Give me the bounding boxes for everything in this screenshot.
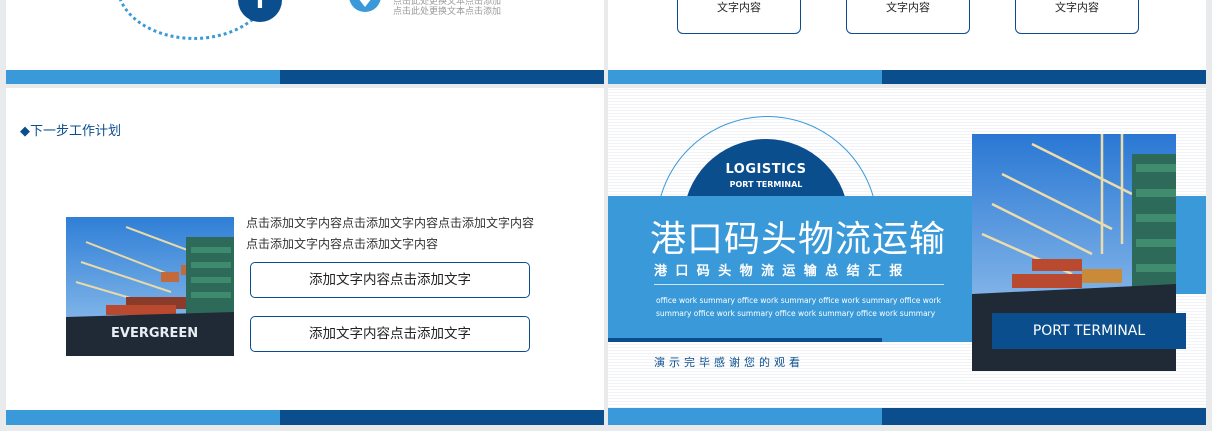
footer-bar-light	[6, 410, 280, 425]
port-terminal-label: PORT TERMINAL	[992, 313, 1186, 349]
footer-bar-light	[6, 70, 280, 84]
footer-bar-dark	[280, 70, 604, 84]
slide-top-right: 文字内容 文字内容 文字内容	[608, 0, 1206, 84]
footer-bar-light	[608, 70, 882, 84]
paragraph-line: 点击添加文字内容点击添加文字内容	[246, 237, 439, 251]
text-line: 点击此处更换文本点击添加	[393, 7, 502, 17]
footer-bar-dark	[280, 410, 604, 425]
paragraph-line: 点击添加文字内容点击添加文字内容点击添加文字内容	[246, 216, 535, 230]
ship-name-text: EVERGREEN	[111, 326, 198, 341]
text-box-button[interactable]: 添加文字内容点击添加文字	[250, 262, 530, 298]
thanks-text: 演示完毕感谢您的观看	[654, 356, 804, 369]
footer-bar-dark	[882, 408, 1206, 425]
slide-ending: LOGISTICS PORT TERMINAL 港口码头物流运输 港口码头物流运…	[608, 88, 1206, 425]
divider	[654, 284, 944, 285]
content-box: 文字内容	[846, 0, 970, 34]
port-terminal-small-label: PORT TERMINAL	[729, 180, 803, 189]
logistics-label: LOGISTICS	[725, 162, 807, 177]
footer-bar-light	[608, 408, 882, 425]
location-pin-icon	[349, 0, 381, 12]
body-paragraph: 点击添加文字内容点击添加文字内容点击添加文字内容 点击添加文字内容点击添加文字内…	[246, 213, 534, 255]
slide-top-left: + 点击此处更换文本点击添加 点击此处更换文本点击添加	[6, 0, 604, 84]
band-underline	[608, 338, 882, 342]
english-summary-text: office work summary office work summary …	[656, 296, 941, 318]
port-ship-image: EVERGREEN	[66, 217, 234, 356]
content-box: 文字内容	[677, 0, 801, 34]
box-label: 文字内容	[886, 1, 930, 14]
box-label: 文字内容	[717, 1, 761, 14]
sub-title: 港口码头物流运输总结汇报	[654, 264, 911, 279]
content-box: 文字内容	[1015, 0, 1139, 34]
main-title: 港口码头物流运输	[650, 219, 947, 260]
box-label: 文字内容	[1055, 1, 1099, 14]
slide-heading: ◆下一步工作计划	[20, 124, 121, 139]
footer-bar-dark	[882, 70, 1206, 84]
slide-work-plan: ◆下一步工作计划 EVERGREEN 点击添加文字内容点击添加文字内容点击添加文…	[6, 88, 604, 425]
text-box-button[interactable]: 添加文字内容点击添加文字	[250, 316, 530, 352]
